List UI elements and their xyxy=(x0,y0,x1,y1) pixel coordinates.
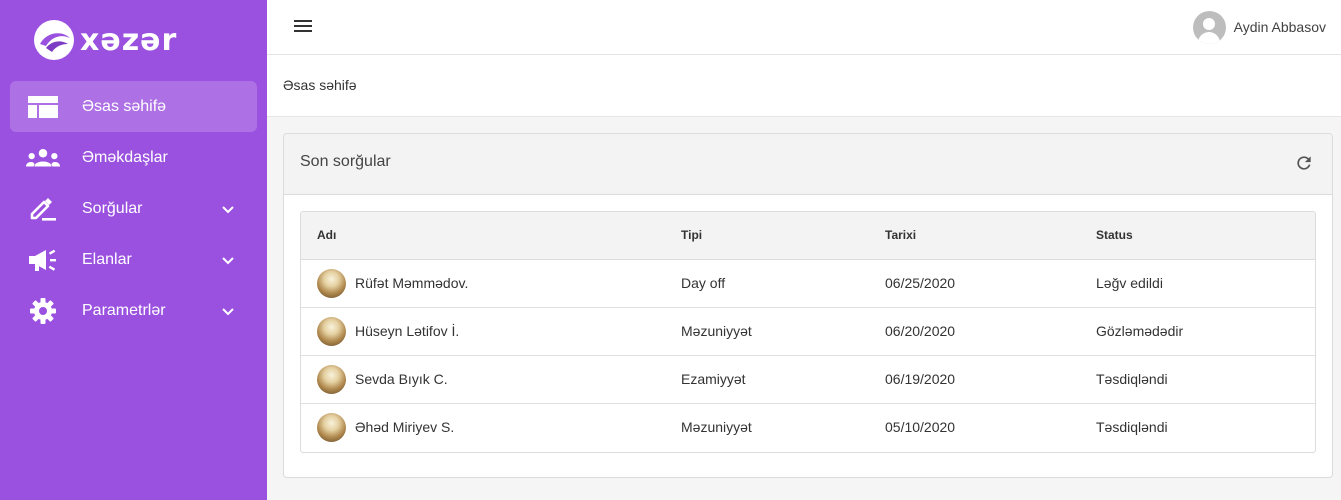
recent-requests-card: Son sorğular Adı Tipi Tarixi Status Rüfə… xyxy=(283,133,1333,478)
refresh-icon[interactable] xyxy=(1294,153,1314,173)
table-row[interactable]: Hüseyn Lətifov İ. Məzuniyyət 06/20/2020 … xyxy=(301,307,1315,356)
request-date: 06/19/2020 xyxy=(869,355,1080,404)
column-header-date[interactable]: Tarixi xyxy=(869,212,1080,260)
avatar xyxy=(317,364,346,394)
logo-icon xyxy=(34,20,74,60)
request-type: Məzuniyyət xyxy=(665,307,869,356)
column-header-type[interactable]: Tipi xyxy=(665,212,869,260)
sidebar-item-label: Sorğular xyxy=(82,199,143,217)
request-date: 05/10/2020 xyxy=(885,419,956,436)
user-avatar-icon xyxy=(1192,10,1226,44)
avatar xyxy=(317,316,346,346)
sidebar: xəzər Əsas səhifə Əməkdaşlar Sorğular El… xyxy=(0,0,267,500)
chevron-down-icon[interactable] xyxy=(220,303,236,319)
column-header-status[interactable]: Status xyxy=(1080,212,1315,260)
gear-icon xyxy=(26,297,60,324)
card-header: Son sorğular xyxy=(284,134,1332,195)
sidebar-item-home[interactable]: Əsas səhifə xyxy=(10,81,257,132)
avatar xyxy=(317,268,346,298)
dashboard-icon xyxy=(26,94,60,120)
request-status: Ləğv edildi xyxy=(1080,259,1315,308)
sidebar-item-label: Əməkdaşlar xyxy=(82,148,168,166)
sidebar-item-label: Əsas səhifə xyxy=(82,97,167,115)
request-status: Gözləmədədir xyxy=(1080,307,1315,356)
avatar xyxy=(317,412,346,442)
card-title: Son sorğular xyxy=(300,153,391,170)
brand-name: xəzər xyxy=(80,22,178,58)
breadcrumb: Əsas səhifə xyxy=(267,55,1341,117)
request-date: 06/25/2020 xyxy=(869,259,1080,308)
people-icon xyxy=(26,145,60,171)
hamburger-menu-icon[interactable] xyxy=(291,17,315,39)
sidebar-item-label: Elanlar xyxy=(82,250,132,268)
top-bar: Aydin Abbasov xyxy=(267,0,1341,55)
sidebar-item-label: Parametrlər xyxy=(82,301,166,319)
chevron-down-icon[interactable] xyxy=(220,201,236,217)
user-menu[interactable]: Aydin Abbasov xyxy=(1192,10,1326,44)
user-name: Aydin Abbasov xyxy=(1233,19,1326,35)
table-header-row: Adı Tipi Tarixi Status xyxy=(301,212,1315,260)
table-row[interactable]: Rüfət Məmmədov. Day off 06/25/2020 Ləğv … xyxy=(301,259,1315,308)
column-header-name[interactable]: Adı xyxy=(301,212,665,260)
sidebar-item-requests[interactable]: Sorğular xyxy=(10,183,257,234)
breadcrumb-current: Əsas səhifə xyxy=(283,77,357,93)
request-type: Ezamiyyət xyxy=(665,355,869,404)
request-date: 06/20/2020 xyxy=(869,307,1080,356)
sidebar-item-employees[interactable]: Əməkdaşlar xyxy=(10,132,257,183)
chevron-down-icon[interactable] xyxy=(220,252,236,268)
table-row[interactable]: Sevda Bıyık C. Ezamiyyət 06/19/2020 Təsd… xyxy=(301,355,1315,404)
request-type: Məzuniyyət xyxy=(681,419,752,436)
employee-name: Sevda Bıyık C. xyxy=(355,371,448,387)
table-row[interactable]: Əhəd Miriyev S. Məzuniyyət 05/10/2020 Tə… xyxy=(301,403,1315,451)
edit-icon xyxy=(26,196,60,222)
employee-name: Əhəd Miriyev S. xyxy=(355,419,455,436)
request-status: Təsdiqləndi xyxy=(1096,419,1168,436)
sidebar-nav: Əsas səhifə Əməkdaşlar Sorğular Elanlar … xyxy=(10,81,257,336)
main-content: Son sorğular Adı Tipi Tarixi Status Rüfə… xyxy=(267,117,1341,500)
brand-logo[interactable]: xəzər xyxy=(32,16,177,64)
sidebar-item-announcements[interactable]: Elanlar xyxy=(10,234,257,285)
request-status: Təsdiqləndi xyxy=(1080,355,1315,404)
megaphone-icon xyxy=(26,247,60,273)
request-type: Day off xyxy=(665,259,869,308)
sidebar-item-settings[interactable]: Parametrlər xyxy=(10,285,257,336)
requests-table: Adı Tipi Tarixi Status Rüfət Məmmədov. D… xyxy=(300,211,1316,453)
employee-name: Rüfət Məmmədov. xyxy=(355,275,469,291)
employee-name: Hüseyn Lətifov İ. xyxy=(355,323,460,339)
